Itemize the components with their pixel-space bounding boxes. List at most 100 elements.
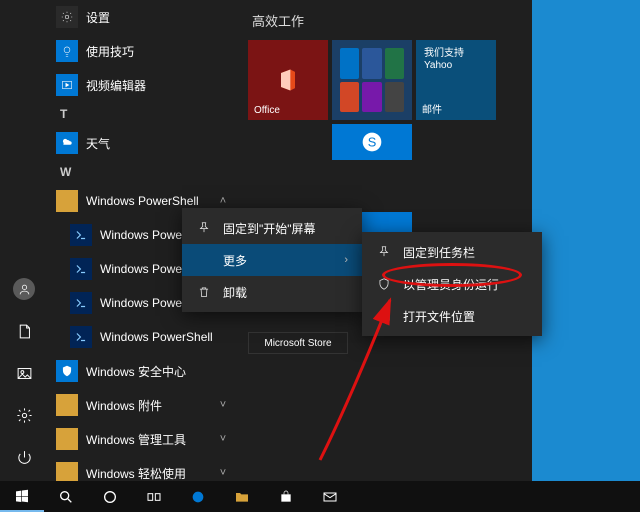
letter-header-t[interactable]: T (48, 102, 238, 126)
shield-icon (376, 277, 391, 291)
outlook-icon (340, 48, 359, 79)
task-view-icon (146, 489, 162, 505)
app-folder-ease-of-access[interactable]: Windows 轻松使用 ˅ (48, 456, 238, 481)
tile-label: Office (254, 105, 280, 116)
settings-button[interactable] (0, 395, 48, 435)
office-icon (274, 66, 302, 94)
documents-button[interactable] (0, 311, 48, 351)
ctx-run-as-admin[interactable]: 以管理员身份运行 (362, 268, 542, 300)
app-item-tips[interactable]: 使用技巧 (48, 34, 238, 68)
task-view-button[interactable] (132, 481, 176, 512)
ctx-open-file-location[interactable]: 打开文件位置 (362, 300, 542, 332)
app-item-label: 使用技巧 (86, 43, 230, 60)
power-icon (16, 449, 33, 466)
avatar-icon (13, 278, 35, 300)
svg-text:S: S (368, 135, 377, 150)
app-item-label: Windows 附件 (86, 397, 208, 414)
ctx-label: 更多 (223, 252, 247, 269)
chevron-down-icon: ˅ (216, 467, 230, 479)
document-icon (16, 323, 33, 340)
powershell-icon (70, 326, 92, 348)
taskbar (0, 481, 640, 512)
app-item-label: Windows PowerShell (86, 194, 208, 208)
gear-icon (56, 6, 78, 28)
tile-skype[interactable]: S (332, 124, 412, 160)
folder-icon (234, 489, 250, 505)
start-button[interactable] (0, 481, 44, 512)
app-item-video-editor[interactable]: 视频编辑器 (48, 68, 238, 102)
edge-icon (190, 489, 206, 505)
mail-icon (322, 489, 338, 505)
chevron-up-icon: ˄ (216, 195, 230, 207)
skype-icon: S (358, 128, 386, 156)
video-icon (56, 74, 78, 96)
folder-icon (56, 428, 78, 450)
powershell-icon (70, 224, 92, 246)
ctx-label: 以管理员身份运行 (403, 276, 499, 293)
chevron-down-icon: ˅ (216, 399, 230, 411)
tips-icon (56, 40, 78, 62)
app-mini-icon (385, 82, 404, 113)
start-left-rail (0, 0, 48, 481)
app-item-label: Windows 轻松使用 (86, 465, 208, 482)
powershell-icon (70, 258, 92, 280)
app-item-security[interactable]: Windows 安全中心 (48, 354, 238, 388)
store-icon (278, 489, 294, 505)
app-item-weather[interactable]: 天气 (48, 126, 238, 160)
tile-label: 邮件 (422, 101, 442, 116)
app-folder-admin-tools[interactable]: Windows 管理工具 ˅ (48, 422, 238, 456)
tile-mail[interactable]: 我们支持 Yahoo 邮件 (416, 40, 496, 120)
gear-icon (16, 407, 33, 424)
pin-icon (196, 221, 211, 235)
ctx-more[interactable]: 更多 › (182, 244, 362, 276)
trash-icon (196, 285, 211, 299)
context-submenu-more: 固定到任务栏 以管理员身份运行 打开文件位置 (362, 232, 542, 336)
picture-icon (16, 365, 33, 382)
tile-group-header[interactable]: 高效工作 (248, 0, 522, 40)
letter-header-w[interactable]: W (48, 160, 238, 184)
ctx-label: 固定到"开始"屏幕 (223, 220, 316, 237)
app-item-label: Windows 管理工具 (86, 431, 208, 448)
app-item-settings[interactable]: 设置 (48, 0, 238, 34)
taskbar-store[interactable] (264, 481, 308, 512)
ctx-label: 打开文件位置 (403, 308, 475, 325)
search-icon (58, 489, 74, 505)
shield-icon (56, 360, 78, 382)
windows-icon (14, 488, 30, 504)
cortana-icon (102, 489, 118, 505)
ctx-pin-to-taskbar[interactable]: 固定到任务栏 (362, 236, 542, 268)
pin-icon (376, 245, 391, 259)
weather-icon (56, 132, 78, 154)
folder-icon (56, 190, 78, 212)
ctx-label: 固定到任务栏 (403, 244, 475, 261)
app-item-label: 天气 (86, 135, 230, 152)
search-button[interactable] (44, 481, 88, 512)
account-button[interactable] (0, 269, 48, 309)
context-menu: 固定到"开始"屏幕 更多 › 卸载 (182, 208, 362, 312)
taskbar-mail[interactable] (308, 481, 352, 512)
tile-label: Microsoft Store (264, 338, 331, 349)
cortana-button[interactable] (88, 481, 132, 512)
ctx-pin-to-start[interactable]: 固定到"开始"屏幕 (182, 212, 362, 244)
app-item-label: 设置 (86, 9, 230, 26)
powershell-icon (70, 292, 92, 314)
taskbar-explorer[interactable] (220, 481, 264, 512)
app-item-powershell[interactable]: Windows PowerShell (48, 320, 238, 354)
app-item-label: Windows 安全中心 (86, 363, 230, 380)
taskbar-edge[interactable] (176, 481, 220, 512)
tile-store[interactable]: Microsoft Store (248, 332, 348, 354)
word-icon (362, 48, 381, 79)
folder-open-icon (376, 309, 391, 323)
power-button[interactable] (0, 437, 48, 477)
onenote-icon (362, 82, 381, 113)
chevron-down-icon: ˅ (216, 433, 230, 445)
powerpoint-icon (340, 82, 359, 113)
pictures-button[interactable] (0, 353, 48, 393)
app-item-label: 视频编辑器 (86, 77, 230, 94)
app-folder-accessories[interactable]: Windows 附件 ˅ (48, 388, 238, 422)
tile-productivity-apps[interactable] (332, 40, 412, 120)
ctx-uninstall[interactable]: 卸载 (182, 276, 362, 308)
tile-text: 我们支持 Yahoo (424, 48, 488, 72)
excel-icon (385, 48, 404, 79)
tile-office[interactable]: Office (248, 40, 328, 120)
